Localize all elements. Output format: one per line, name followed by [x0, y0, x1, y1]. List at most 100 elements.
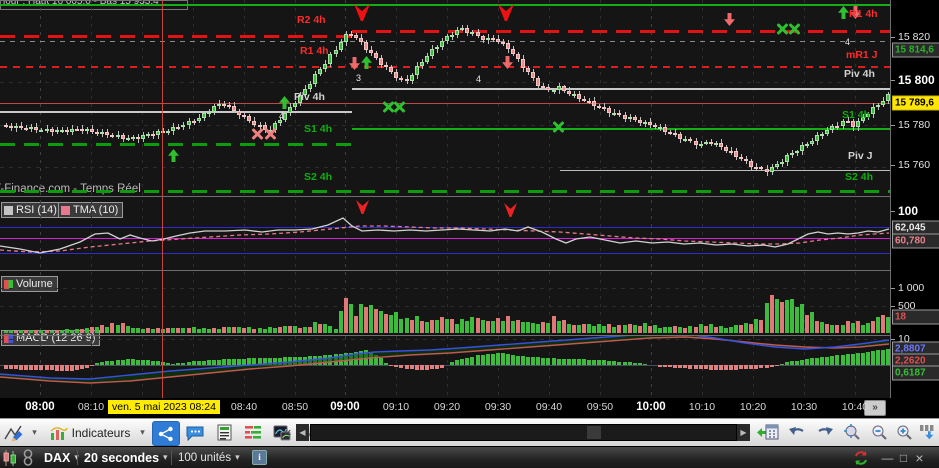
volume-bar	[358, 303, 363, 333]
volume-bar	[379, 310, 384, 333]
zoom-out-button[interactable]	[868, 421, 892, 444]
time-tick-label: 10:30	[790, 401, 818, 413]
time-cursor-label: ven. 5 mai 2023 08:24	[108, 400, 220, 414]
time-tick-label: 08:10	[77, 401, 105, 413]
toolbar-collapse[interactable]: «	[284, 424, 291, 439]
bar-spacing-button[interactable]	[917, 421, 939, 444]
close-button[interactable]: ×	[912, 448, 927, 468]
draw-tool-dropdown[interactable]: ▾	[28, 421, 41, 444]
units-dropdown[interactable]: 100 unités ▾	[178, 447, 240, 468]
maximize-button[interactable]: □	[896, 448, 911, 468]
volume-bar	[597, 324, 602, 333]
refresh-button[interactable]	[853, 447, 869, 468]
volume-bar	[333, 328, 338, 333]
candle-body	[171, 126, 176, 132]
zoom-in-button[interactable]	[893, 421, 917, 444]
share-icon	[158, 426, 173, 441]
volume-bar	[739, 325, 744, 333]
chart-type-button[interactable]	[2, 447, 17, 468]
volume-bar	[845, 320, 850, 333]
divider	[171, 450, 172, 465]
link-button[interactable]	[22, 447, 34, 468]
candle-body	[805, 144, 810, 147]
indicators-button[interactable]: Indicateurs	[44, 421, 136, 444]
candle-body	[455, 29, 460, 36]
candle-body	[718, 142, 723, 148]
trading-app-window: jour : Haut 16 005,0 - Bas 15 933,4 T-Fi…	[0, 0, 939, 468]
candle-body	[140, 135, 145, 139]
candle-body	[495, 38, 500, 42]
candle-body	[135, 137, 140, 140]
volume-bar	[521, 322, 526, 333]
signal-count-label: 4	[279, 111, 285, 121]
instrument-dropdown[interactable]: DAX ▾	[44, 447, 79, 468]
candle-body	[581, 98, 586, 101]
candle-body	[257, 124, 262, 127]
volume-bar	[247, 327, 252, 333]
axis-tick-mark	[891, 211, 895, 212]
candle-body	[571, 93, 576, 96]
draw-tool-button[interactable]	[0, 421, 28, 444]
info-button[interactable]: i	[252, 447, 267, 468]
scrollbar-thumb[interactable]	[587, 426, 601, 439]
columns-down-icon	[920, 425, 934, 440]
volume-bar	[39, 330, 44, 333]
candle-body	[201, 113, 206, 118]
volume-bar	[389, 315, 394, 333]
candle-body	[642, 121, 647, 124]
candle-body	[551, 90, 556, 93]
axis-tick-label: 1 000	[898, 282, 925, 294]
candle-body	[181, 125, 186, 128]
chart-area[interactable]: jour : Haut 16 005,0 - Bas 15 933,4 T-Fi…	[0, 0, 890, 398]
scroll-left-button[interactable]: ◀	[296, 424, 309, 441]
minimize-button[interactable]: —	[880, 448, 895, 468]
undo-button[interactable]	[784, 421, 810, 444]
axis-tick-mark	[891, 339, 895, 340]
indicators-dropdown[interactable]: ▾	[136, 421, 149, 444]
chart-h-scrollbar[interactable]	[310, 424, 737, 441]
market-depth-button[interactable]	[240, 421, 266, 444]
volume-bar	[749, 323, 754, 333]
time-tick-label: 10:40	[841, 401, 869, 413]
axis-tick-mark	[891, 80, 895, 81]
time-tick-label: 09:30	[484, 401, 512, 413]
candle-body	[237, 110, 242, 116]
redo-button[interactable]	[812, 421, 838, 444]
legend-chip-volume[interactable]: Volume	[1, 276, 58, 292]
candle-body	[698, 143, 703, 146]
volume-bar	[688, 326, 693, 333]
chat-button[interactable]	[182, 421, 208, 444]
volume-bar	[384, 313, 389, 333]
volume-bar	[455, 324, 460, 333]
price-axis[interactable]: 15 820 15 814,6 15 800 15 789,6 15 780 15 760…	[890, 0, 939, 398]
axis-value-box: 0,6187	[892, 365, 939, 381]
candle-body	[308, 83, 313, 89]
time-axis[interactable]: ven. 5 mai 2023 08:24 » 08:00 08:10 08:40 0…	[0, 398, 939, 418]
candle-body	[521, 59, 526, 69]
candle-body	[566, 90, 571, 94]
volume-bar	[587, 324, 592, 333]
scroll-right-button[interactable]: ▶	[737, 424, 750, 441]
time-tick-label: 08:50	[281, 401, 309, 413]
zoom-fit-button[interactable]	[840, 421, 866, 444]
candle-body	[450, 35, 455, 38]
share-button[interactable]	[152, 421, 180, 446]
volume-bar	[130, 327, 135, 333]
candle-body	[191, 120, 196, 123]
timeframe-dropdown[interactable]: 20 secondes ▾	[84, 447, 168, 468]
chevron-down-icon: ▾	[235, 452, 240, 462]
candle-body	[338, 42, 343, 50]
candle-body	[374, 53, 379, 58]
volume-bar	[277, 326, 282, 333]
axis-tick-mark	[891, 288, 895, 289]
candle-body	[485, 37, 490, 40]
redo-icon	[818, 426, 833, 435]
candle-body	[247, 115, 252, 121]
volume-bar	[734, 325, 739, 333]
volume-bar	[80, 328, 85, 333]
timeframe-label: 20 secondes	[84, 450, 160, 465]
goto-date-button[interactable]	[754, 421, 782, 444]
candle-body	[774, 163, 779, 167]
news-button[interactable]	[211, 421, 237, 444]
volume-bar	[298, 327, 303, 333]
